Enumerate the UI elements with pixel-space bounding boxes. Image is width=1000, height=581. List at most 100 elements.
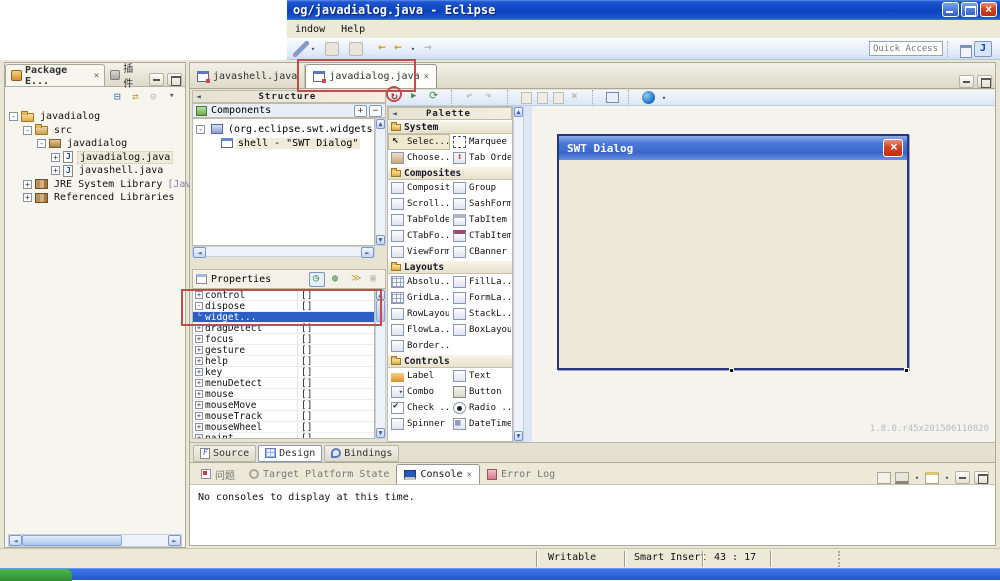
- palette-item-composite[interactable]: Composite: [388, 180, 450, 196]
- resize-handle-corner[interactable]: [904, 368, 909, 373]
- resize-handle-bottom[interactable]: [729, 368, 734, 373]
- open-console-icon[interactable]: [877, 471, 891, 484]
- palette-item-checkbox[interactable]: Check ...: [388, 400, 450, 416]
- expander-icon[interactable]: +: [195, 291, 203, 299]
- tree-item-project[interactable]: - javadialog: [9, 110, 185, 124]
- scroll-down-icon[interactable]: ▼: [514, 431, 523, 441]
- tab-plugins[interactable]: 插件: [105, 64, 146, 90]
- tree-item-referenced-libraries[interactable]: + Referenced Libraries: [9, 191, 185, 205]
- show-advanced-icon[interactable]: [347, 272, 363, 287]
- property-value[interactable]: []: [297, 290, 374, 301]
- expander-icon[interactable]: -: [9, 112, 18, 122]
- expander-icon[interactable]: +: [195, 390, 203, 398]
- link-with-editor-icon[interactable]: [131, 90, 145, 104]
- palette-item-button[interactable]: Button: [450, 384, 512, 400]
- tree-item-jre-library[interactable]: + JRE System Library [JavaSE-1.: [9, 178, 228, 192]
- expander-icon[interactable]: +: [195, 324, 203, 332]
- collapse-panel-icon[interactable]: ◄: [193, 92, 204, 101]
- minimize-icon[interactable]: [942, 2, 959, 17]
- expander-icon[interactable]: +: [51, 166, 60, 176]
- palette-section-composites[interactable]: Composites: [388, 166, 512, 180]
- palette-item-combo[interactable]: Combo: [388, 384, 450, 400]
- property-row-control[interactable]: + control []: [193, 290, 374, 301]
- tab-error-log[interactable]: Error Log: [480, 464, 562, 484]
- palette-item-label-control[interactable]: Label: [388, 368, 450, 384]
- reparse-icon[interactable]: [390, 89, 404, 104]
- property-row-focus[interactable]: + focus []: [193, 333, 374, 345]
- property-row-paint[interactable]: + paint []: [193, 432, 374, 438]
- palette-item-tab-order[interactable]: Tab Order: [450, 150, 512, 166]
- tab-design[interactable]: Design: [258, 444, 323, 462]
- palette-item-tabitem[interactable]: TabItem: [450, 212, 512, 228]
- minimize-view-icon[interactable]: [955, 471, 970, 484]
- palette-item-choose[interactable]: Choose...: [388, 150, 450, 166]
- expander-icon[interactable]: +: [195, 357, 203, 365]
- palette-item-marquee[interactable]: Marquee: [450, 134, 512, 150]
- expander-icon[interactable]: +: [195, 379, 203, 387]
- tree-item-javadialog-java[interactable]: + javadialog.java: [9, 150, 185, 165]
- property-value[interactable]: []: [297, 421, 374, 433]
- swt-dialog-preview[interactable]: SWT Dialog: [557, 134, 909, 370]
- display-console-icon[interactable]: [895, 471, 909, 484]
- property-row-menudetect[interactable]: + menuDetect []: [193, 377, 374, 389]
- show-events-icon[interactable]: [309, 271, 325, 287]
- expander-icon[interactable]: +: [23, 179, 32, 189]
- vertical-scrollbar[interactable]: ▲ ▼: [513, 106, 524, 442]
- palette-item-ctabitem[interactable]: CTabItem: [450, 228, 512, 244]
- scroll-right-icon[interactable]: ►: [361, 247, 374, 258]
- tab-source[interactable]: Source: [193, 444, 257, 462]
- expander-icon[interactable]: +: [195, 423, 203, 431]
- expander-icon[interactable]: +: [195, 346, 203, 354]
- close-icon[interactable]: [980, 2, 997, 17]
- tree-item-package[interactable]: - javadialog: [9, 137, 185, 151]
- tab-console[interactable]: Console ✕: [396, 464, 481, 484]
- maximize-view-icon[interactable]: [974, 471, 989, 484]
- palette-item-ctabfolder[interactable]: CTabFo...: [388, 228, 450, 244]
- palette-item-borderlayout[interactable]: Border...: [388, 338, 450, 354]
- palette-item-sashform[interactable]: SashForm: [450, 196, 512, 212]
- close-icon[interactable]: ✕: [424, 72, 429, 82]
- close-icon[interactable]: ✕: [467, 470, 472, 480]
- palette-item-selection[interactable]: Selec...: [388, 134, 450, 150]
- tab-package-explorer[interactable]: Package E... ✕: [5, 64, 106, 87]
- tab-javadialog-java[interactable]: javadialog.java ✕: [305, 64, 438, 88]
- expander-icon[interactable]: +: [51, 152, 60, 162]
- expander-icon[interactable]: +: [195, 368, 203, 376]
- property-row-mouse[interactable]: + mouse []: [193, 388, 374, 400]
- display-console-dropdown-icon[interactable]: ▾: [913, 474, 921, 482]
- property-value[interactable]: []: [297, 388, 374, 400]
- refresh-icon[interactable]: [428, 89, 442, 104]
- property-value[interactable]: []: [297, 366, 374, 378]
- forward-icon[interactable]: [423, 40, 439, 57]
- minimize-view-icon[interactable]: [959, 75, 974, 88]
- dialog-close-icon[interactable]: [883, 139, 903, 157]
- vertical-scrollbar[interactable]: ▲ ▼: [375, 289, 386, 439]
- copy-icon[interactable]: [537, 91, 548, 104]
- palette-canvas-sash[interactable]: [524, 106, 532, 442]
- externalize-strings-icon[interactable]: [606, 92, 619, 103]
- expander-icon[interactable]: -: [195, 302, 203, 310]
- scroll-right-icon[interactable]: ►: [168, 535, 181, 546]
- back-icon[interactable]: [377, 40, 393, 57]
- palette-section-layouts[interactable]: Layouts: [388, 260, 512, 274]
- quick-access-input[interactable]: [869, 41, 943, 56]
- design-canvas[interactable]: SWT Dialog 1.8.0.r45x201506110820: [532, 106, 995, 442]
- property-value[interactable]: []: [297, 377, 374, 389]
- tab-problems[interactable]: 问题: [194, 464, 242, 484]
- scroll-up-icon[interactable]: ▲: [514, 107, 523, 117]
- run-tool-icon[interactable]: [293, 40, 309, 57]
- delete-icon[interactable]: [569, 89, 583, 104]
- collapse-all-icon[interactable]: −: [369, 104, 382, 117]
- tree-item-javashell-java[interactable]: + javashell.java: [9, 164, 185, 178]
- tab-target-platform-state[interactable]: Target Platform State: [242, 464, 396, 484]
- palette-item-tabfolder[interactable]: TabFolder: [388, 212, 450, 228]
- close-icon[interactable]: ✕: [94, 71, 99, 81]
- maximize-view-icon[interactable]: [977, 75, 992, 88]
- expander-icon[interactable]: -: [37, 139, 46, 149]
- vertical-scrollbar[interactable]: ▲ ▼: [375, 118, 386, 246]
- locale-dropdown-icon[interactable]: ▾: [660, 94, 668, 102]
- tree-item-src[interactable]: - src: [9, 124, 185, 138]
- filters-icon[interactable]: [149, 90, 163, 104]
- property-row-widget[interactable]: widget...: [193, 312, 374, 323]
- property-row-help[interactable]: + help []: [193, 355, 374, 367]
